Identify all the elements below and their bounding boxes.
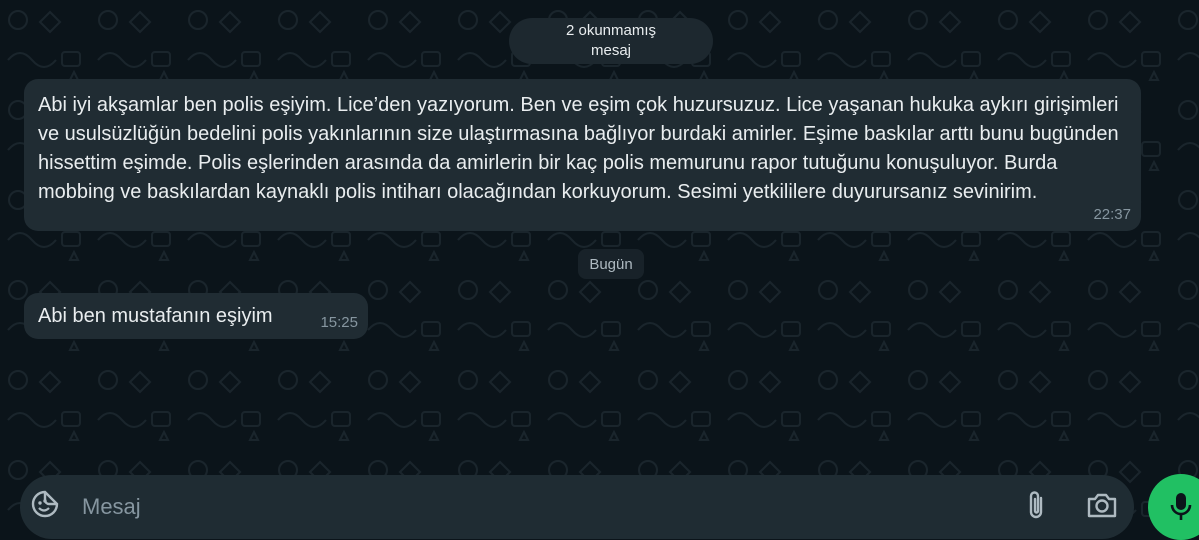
date-separator: Bugün — [578, 249, 644, 279]
unread-messages-banner: 2 okunmamış mesaj — [509, 18, 713, 64]
message-composer — [20, 475, 1134, 539]
message-time: 15:25 — [320, 314, 358, 331]
message-input[interactable] — [80, 487, 964, 527]
message-time: 22:37 — [1093, 206, 1131, 223]
paperclip-icon[interactable] — [1022, 489, 1050, 521]
message-text: Abi ben mustafanın eşiyim — [38, 305, 273, 327]
message-bubble[interactable]: Abi iyi akşamlar ben polis eşiyim. Lice’… — [24, 79, 1141, 231]
camera-icon[interactable] — [1086, 491, 1118, 519]
sticker-smile-icon[interactable] — [30, 489, 60, 519]
microphone-button[interactable] — [1148, 474, 1199, 540]
unread-banner-line1: 2 okunmamış — [565, 22, 657, 39]
message-bubble[interactable]: Abi ben mustafanın eşiyim 15:25 — [24, 293, 368, 339]
unread-banner-line2: mesaj — [590, 42, 631, 59]
microphone-icon — [1170, 493, 1192, 520]
message-text: Abi iyi akşamlar ben polis eşiyim. Lice’… — [38, 94, 1119, 203]
